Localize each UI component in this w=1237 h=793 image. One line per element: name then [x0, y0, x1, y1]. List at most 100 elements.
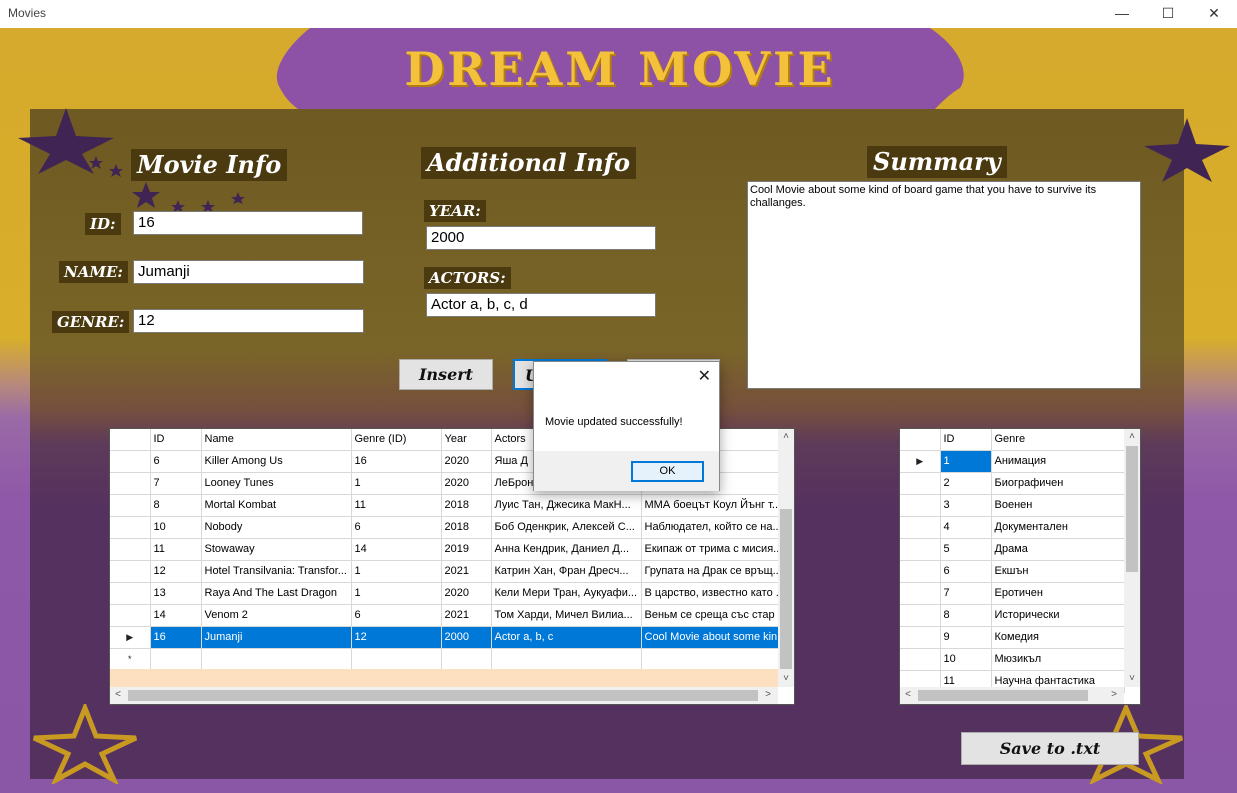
scroll-down-icon[interactable]: ˅: [778, 671, 794, 687]
cell-actors[interactable]: Actor a, b, c: [491, 626, 642, 649]
maximize-icon[interactable]: ☐: [1145, 0, 1191, 28]
cell-name[interactable]: Raya And The Last Dragon: [201, 582, 352, 605]
dialog-close-icon[interactable]: ✕: [698, 366, 711, 386]
row-header[interactable]: [900, 538, 941, 561]
cell-id[interactable]: 7: [940, 582, 992, 605]
year-field[interactable]: 2000: [426, 226, 656, 250]
table-row[interactable]: 12 Hotel Transilvania: Transfor... 1 2021 Ка…: [110, 560, 791, 583]
table-row[interactable]: 3 Военен: [900, 494, 1125, 517]
new-row-cell[interactable]: [441, 648, 492, 671]
cell-year[interactable]: 2021: [441, 604, 492, 627]
summary-textarea[interactable]: Cool Movie about some kind of board game…: [747, 181, 1141, 389]
cell-genre-id[interactable]: 1: [351, 472, 442, 495]
row-header[interactable]: [900, 560, 941, 583]
scroll-right-icon[interactable]: ˃: [1106, 687, 1122, 703]
cell-genre[interactable]: Комедия: [991, 626, 1125, 649]
cell-name[interactable]: Mortal Kombat: [201, 494, 352, 517]
cell-genre[interactable]: Исторически: [991, 604, 1125, 627]
row-header[interactable]: [110, 472, 151, 495]
cell-year[interactable]: 2020: [441, 582, 492, 605]
cell-genre[interactable]: Екшън: [991, 560, 1125, 583]
row-header[interactable]: ▶: [110, 626, 151, 649]
row-header[interactable]: [900, 516, 941, 539]
cell-id[interactable]: 8: [940, 604, 992, 627]
table-row[interactable]: 11 Stowaway 14 2019 Анна Кендрик, Даниел Д..…: [110, 538, 791, 561]
table-row[interactable]: 8 Исторически: [900, 604, 1125, 627]
cell-year[interactable]: 2019: [441, 538, 492, 561]
table-row[interactable]: 10 Nobody 6 2018 Боб Оденкрик, Алексей С... Н…: [110, 516, 791, 539]
scroll-left-icon[interactable]: ˂: [110, 687, 126, 703]
cell-year[interactable]: 2020: [441, 450, 492, 473]
movies-horizontal-scrollbar[interactable]: ˂ ˃: [110, 687, 778, 704]
cell-id[interactable]: 10: [150, 516, 202, 539]
cell-genre-id[interactable]: 14: [351, 538, 442, 561]
cell-summary[interactable]: ММА боецът Коул Йънг т...: [641, 494, 791, 517]
cell-year[interactable]: 2000: [441, 626, 492, 649]
table-row[interactable]: ▶ 1 Анимация: [900, 450, 1125, 473]
table-row[interactable]: 14 Venom 2 6 2021 Том Харди, Мичел Вилиа... В…: [110, 604, 791, 627]
table-row[interactable]: 2 Биографичен: [900, 472, 1125, 495]
genre-field[interactable]: 12: [133, 309, 364, 333]
row-header[interactable]: ▶: [900, 450, 941, 473]
cell-id[interactable]: 11: [150, 538, 202, 561]
cell-name[interactable]: Nobody: [201, 516, 352, 539]
cell-actors[interactable]: Анна Кендрик, Даниел Д...: [491, 538, 642, 561]
new-row-cell[interactable]: [491, 648, 642, 671]
scroll-left-icon[interactable]: ˂: [900, 687, 916, 703]
new-row-cell[interactable]: [351, 648, 442, 671]
table-row[interactable]: 4 Документален: [900, 516, 1125, 539]
cell-genre[interactable]: Биографичен: [991, 472, 1125, 495]
cell-summary[interactable]: В царство, известно като ...: [641, 582, 791, 605]
new-row-cell[interactable]: [201, 648, 352, 671]
row-header[interactable]: [900, 604, 941, 627]
cell-id[interactable]: 4: [940, 516, 992, 539]
cell-summary[interactable]: Наблюдател, който се на...: [641, 516, 791, 539]
cell-genre-id[interactable]: 11: [351, 494, 442, 517]
cell-genre[interactable]: Анимация: [991, 450, 1125, 473]
table-row[interactable]: ▶ 16 Jumanji 12 2000 Actor a, b, c Cool Movie …: [110, 626, 791, 649]
cell-genre[interactable]: Документален: [991, 516, 1125, 539]
genres-vertical-scrollbar[interactable]: ˄ ˅: [1124, 429, 1140, 687]
movies-vertical-scrollbar[interactable]: ˄ ˅: [778, 429, 794, 687]
new-row-header[interactable]: *: [110, 648, 151, 671]
cell-name[interactable]: Looney Tunes: [201, 472, 352, 495]
cell-genre-id[interactable]: 6: [351, 516, 442, 539]
cell-id[interactable]: 1: [940, 450, 992, 473]
row-header[interactable]: [110, 450, 151, 473]
cell-genre-id[interactable]: 1: [351, 560, 442, 583]
table-row[interactable]: 9 Комедия: [900, 626, 1125, 649]
row-header[interactable]: [900, 648, 941, 671]
insert-button[interactable]: Insert: [399, 359, 493, 390]
row-header[interactable]: [900, 626, 941, 649]
column-header-name[interactable]: Name: [201, 429, 352, 451]
cell-genre[interactable]: Военен: [991, 494, 1125, 517]
scroll-down-icon[interactable]: ˅: [1124, 671, 1140, 687]
minimize-icon[interactable]: —: [1099, 0, 1145, 28]
cell-genre[interactable]: Мюзикъл: [991, 648, 1125, 671]
cell-name[interactable]: Venom 2: [201, 604, 352, 627]
cell-actors[interactable]: Том Харди, Мичел Вилиа...: [491, 604, 642, 627]
row-header[interactable]: [110, 604, 151, 627]
cell-id[interactable]: 6: [150, 450, 202, 473]
save-to-txt-button[interactable]: Save to .txt: [961, 732, 1139, 765]
cell-actors[interactable]: Боб Оденкрик, Алексей С...: [491, 516, 642, 539]
new-row-cell[interactable]: [641, 648, 791, 671]
new-row-cell[interactable]: [150, 648, 202, 671]
row-header[interactable]: [110, 560, 151, 583]
row-header[interactable]: [110, 516, 151, 539]
cell-summary[interactable]: Екипаж от трима с мисия...: [641, 538, 791, 561]
cell-id[interactable]: 2: [940, 472, 992, 495]
cell-summary[interactable]: Cool Movie about some kin...: [641, 626, 791, 649]
cell-actors[interactable]: Луис Тан, Джесика МакН...: [491, 494, 642, 517]
column-header-id[interactable]: ID: [940, 429, 992, 451]
close-icon[interactable]: ✕: [1191, 0, 1237, 28]
genres-horizontal-scrollbar[interactable]: ˂ ˃: [900, 687, 1124, 704]
cell-name[interactable]: Killer Among Us: [201, 450, 352, 473]
cell-name[interactable]: Jumanji: [201, 626, 352, 649]
cell-genre-id[interactable]: 6: [351, 604, 442, 627]
cell-summary[interactable]: Групата на Драк се връщ...: [641, 560, 791, 583]
scroll-right-icon[interactable]: ˃: [760, 687, 776, 703]
column-header-id[interactable]: ID: [150, 429, 202, 451]
scroll-thumb[interactable]: [780, 509, 792, 669]
cell-id[interactable]: 13: [150, 582, 202, 605]
